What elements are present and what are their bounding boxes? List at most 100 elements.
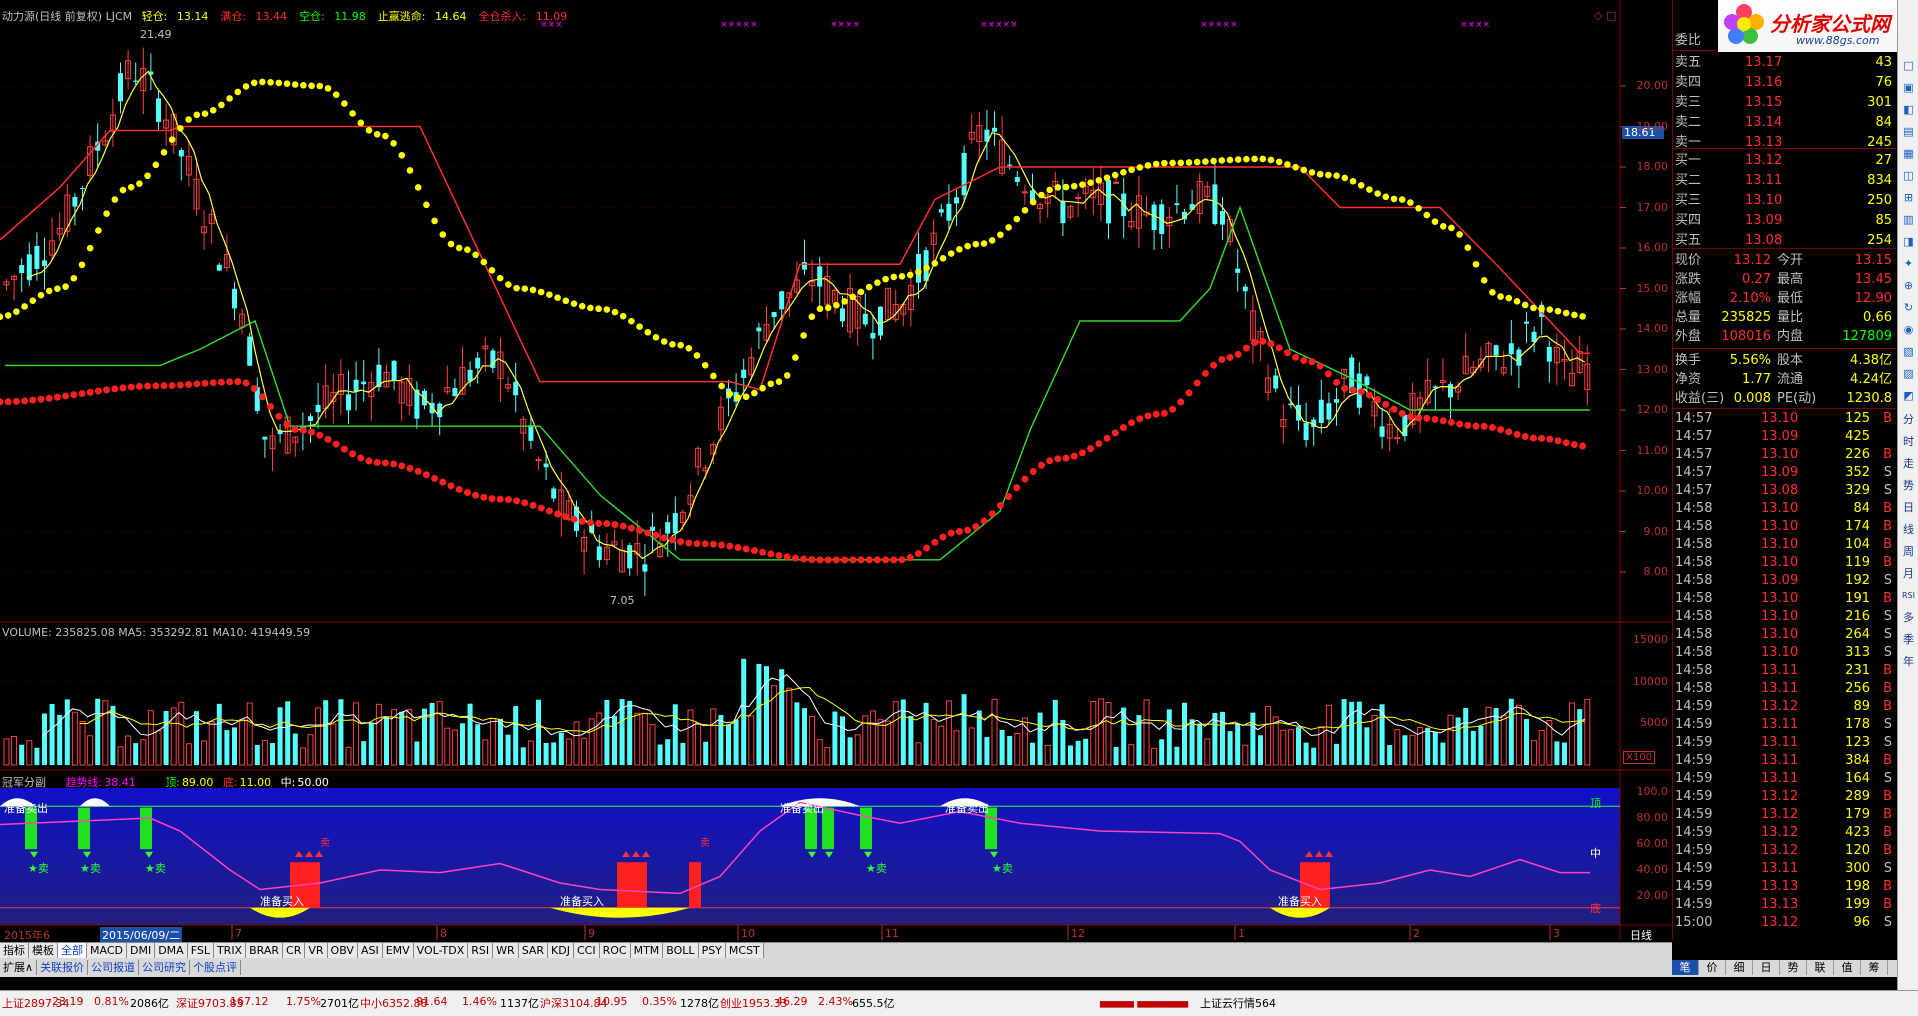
status-index-item[interactable]: 1.75% <box>286 995 321 1008</box>
panel-divider <box>1673 248 1896 249</box>
indicator-tab[interactable]: EMV <box>382 943 414 958</box>
indicator-tab[interactable]: MACD <box>87 943 127 958</box>
sidebar-period-item[interactable]: 线 <box>1899 520 1918 539</box>
info-tab[interactable]: 个股点评 <box>190 960 242 975</box>
sidebar-period-item[interactable]: 年 <box>1899 652 1918 671</box>
indicator-tab[interactable]: VR <box>305 943 328 958</box>
yellow-dot-curve <box>505 281 512 288</box>
sidebar-period-item[interactable]: 月 <box>1899 564 1918 583</box>
sidebar-period-item[interactable]: 周 <box>1899 542 1918 561</box>
indicator-tab[interactable]: 全部 <box>58 943 87 958</box>
quote-panel-tab[interactable]: 笔 <box>1672 960 1699 975</box>
sidebar-period-item[interactable]: 走 <box>1899 454 1918 473</box>
tick-row: 14:57 13.10 226 B <box>1673 446 1896 464</box>
info-tab[interactable]: 公司报道 <box>88 960 140 975</box>
status-index-item[interactable]: 0.35% <box>642 995 677 1008</box>
indicator-tab[interactable]: 模板 <box>29 943 58 958</box>
indicator-tab[interactable]: SAR <box>518 943 549 958</box>
red-dot-curve <box>1423 414 1431 422</box>
quote-panel-tab[interactable]: 筹 <box>1861 960 1888 975</box>
status-index-item[interactable]: 46.29 <box>776 995 808 1008</box>
sidebar-tool-icon[interactable]: ⊞ <box>1899 188 1918 207</box>
status-index-item[interactable]: 655.5亿 <box>852 995 895 1011</box>
sidebar-tool-icon[interactable]: ◫ <box>1899 166 1918 185</box>
sidebar-tool-icon[interactable]: ▦ <box>1899 144 1918 163</box>
status-index-item[interactable]: 2086亿 <box>130 995 169 1011</box>
sidebar-tool-icon[interactable]: ↻ <box>1899 298 1918 317</box>
status-index-item[interactable]: 1137亿 <box>500 995 539 1011</box>
indicator-tab[interactable]: MCST <box>725 943 764 958</box>
sidebar-tool-icon[interactable]: ▤ <box>1899 122 1918 141</box>
quote-panel-tab[interactable]: 细 <box>1726 960 1753 975</box>
indicator-tab[interactable]: 指标 <box>0 943 29 958</box>
sidebar-period-item[interactable]: 季 <box>1899 630 1918 649</box>
status-index-item[interactable]: 10.95 <box>596 995 628 1008</box>
indicator-tab[interactable]: OBV <box>327 943 358 958</box>
sidebar-period-item[interactable]: 势 <box>1899 476 1918 495</box>
sidebar-tool-icon[interactable]: ▧ <box>1899 342 1918 361</box>
indicator-tab[interactable]: KDJ <box>548 943 574 958</box>
sidebar-tool-icon[interactable]: ⊕ <box>1899 276 1918 295</box>
quote-panel-tab[interactable]: 价 <box>1699 960 1726 975</box>
sidebar-tool-icon[interactable]: ▥ <box>1899 210 1918 229</box>
indicator-tab[interactable]: ROC <box>599 943 631 958</box>
sidebar-tool-icon[interactable]: □ <box>1899 56 1918 75</box>
status-index-item[interactable]: 2701亿 <box>320 995 359 1011</box>
indicator-tab[interactable]: CR <box>283 943 306 958</box>
indicator-tab[interactable]: TRIX <box>213 943 247 958</box>
indicator-tab[interactable]: DMI <box>126 943 156 958</box>
chart-area[interactable] <box>0 0 1675 940</box>
info-tab[interactable]: 关联报价 <box>37 960 89 975</box>
period-label[interactable]: 日线 <box>1630 927 1652 943</box>
quote-panel-tab[interactable]: 值 <box>1834 960 1861 975</box>
indicator-tab[interactable]: BOLL <box>663 943 699 958</box>
status-index-item[interactable]: 0.81% <box>94 995 129 1008</box>
red-dot-curve <box>12 397 20 405</box>
volume-bar-down <box>254 744 260 765</box>
status-index-item[interactable]: 2.43% <box>818 995 853 1008</box>
info-tab[interactable]: 扩展∧ <box>0 960 38 975</box>
volume-bar-down <box>536 699 541 765</box>
indicator-tab[interactable]: VOL-TDX <box>413 943 469 958</box>
chart-close-icon[interactable]: ◇ □ <box>1594 9 1616 22</box>
sidebar-period-item[interactable]: 日 <box>1899 498 1918 517</box>
indicator-tab[interactable]: BRAR <box>246 943 284 958</box>
osc-bottom-side-label: 底 <box>1590 902 1601 915</box>
sidebar-tool-icon[interactable]: ◉ <box>1899 320 1918 339</box>
indicator-tab[interactable]: RSI <box>468 943 494 958</box>
volume-bar-down <box>612 715 617 765</box>
status-index-item[interactable]: 上证云行情564 <box>1200 995 1276 1011</box>
sidebar-period-item[interactable]: 时 <box>1899 432 1918 451</box>
sidebar-tool-icon[interactable]: ▨ <box>1899 364 1918 383</box>
sidebar-period-item[interactable]: 分 <box>1899 410 1918 429</box>
time-axis-selected-date[interactable]: 2015/06/09/二 <box>100 927 183 943</box>
red-dot-curve <box>422 471 430 479</box>
quote-panel-tab[interactable]: 联 <box>1807 960 1834 975</box>
volume-bar-down <box>923 702 929 765</box>
status-index-item[interactable]: 167.12 <box>230 995 269 1008</box>
indicator-tab[interactable]: CCI <box>573 943 600 958</box>
status-index-item[interactable]: 1.46% <box>462 995 497 1008</box>
price-tick-label: 19.00 <box>1636 119 1669 133</box>
quote-panel-tab[interactable]: 日 <box>1753 960 1780 975</box>
candle-body-down <box>596 546 602 561</box>
sidebar-tool-icon[interactable]: ◨ <box>1899 232 1918 251</box>
indicator-tab[interactable]: ASI <box>357 943 383 958</box>
sidebar-tool-icon[interactable]: ✦ <box>1899 254 1918 273</box>
indicator-tab[interactable]: FSL <box>187 943 214 958</box>
sidebar-period-item[interactable]: 多 <box>1899 608 1918 627</box>
indicator-tab[interactable]: DMA <box>155 943 188 958</box>
status-index-item[interactable]: 91.64 <box>416 995 448 1008</box>
indicator-tab[interactable]: MTM <box>630 943 664 958</box>
sidebar-period-item[interactable]: RSI <box>1899 586 1918 605</box>
price-tick-label: 12.00 <box>1636 403 1669 416</box>
sidebar-tool-icon[interactable]: ▣ <box>1899 78 1918 97</box>
indicator-tab[interactable]: WR <box>493 943 519 958</box>
indicator-tab[interactable]: PSY <box>698 943 726 958</box>
sidebar-tool-icon[interactable]: ◩ <box>1899 386 1918 405</box>
quote-panel-tab[interactable]: 势 <box>1780 960 1807 975</box>
status-index-item[interactable]: 1278亿 <box>680 995 719 1011</box>
status-index-item[interactable]: 23.19 <box>52 995 84 1008</box>
sidebar-tool-icon[interactable]: ◧ <box>1899 100 1918 119</box>
info-tab[interactable]: 公司研究 <box>139 960 191 975</box>
